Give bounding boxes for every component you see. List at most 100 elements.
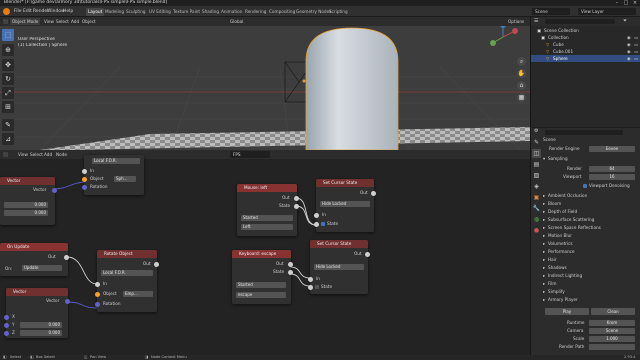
render-panel-hair[interactable]: ▸ Hair [543,256,640,264]
transform-tool-icon[interactable]: ⊞ [2,101,14,113]
annotate-tool-icon[interactable]: ✎ [2,119,14,131]
render-panel-motion-blur[interactable]: ▸ Motion Blur [543,232,640,240]
blender-logo-icon[interactable] [3,8,10,15]
out-socket[interactable] [154,262,159,267]
keyboard-escape-node[interactable]: Keyboard: escape Out State Started escap… [232,250,293,304]
outliner-row-cube-001[interactable]: ▽ Cube.001 ◉ ▭ [531,48,640,55]
scale-tool-icon[interactable]: ⤢ [2,87,14,99]
pan-view-icon[interactable]: ✋ [517,69,526,78]
out-socket[interactable] [64,255,69,260]
zoom-view-icon[interactable]: ⌕ [517,57,526,66]
render-panel-simplify[interactable]: ▸ Simplify [543,288,640,296]
transform-node-partial[interactable]: Local F.O.R. In Object Sph... Rotation [82,155,144,195]
denoise-checkbox[interactable] [583,184,587,188]
render-camera-icon[interactable]: ▭ [634,34,638,41]
outliner-editor-icon[interactable]: ☰ [534,18,538,24]
space-dropdown[interactable]: Local F.O.R. [92,158,140,164]
outliner-row-sphere[interactable]: ▽ Sphere ◉ ▭ [531,55,640,62]
cursor-tool-icon[interactable]: ⊕ [2,44,14,56]
out-socket[interactable] [365,252,370,257]
viewport-denoising-row[interactable]: Viewport Denoising [543,182,640,190]
filter-icon[interactable]: ⏷ [623,18,627,24]
render-engine-dropdown[interactable]: Eevee [589,146,635,152]
render-camera-icon[interactable]: ▭ [634,55,638,62]
x-value-field[interactable]: 0.000 [4,202,48,208]
in-socket[interactable] [95,282,100,287]
workspace-tab-compositing[interactable]: Compositing [267,8,297,16]
outliner-row-scene-collection[interactable]: ▣ Scene Collection [531,27,640,34]
key-dropdown[interactable]: escape [236,292,286,298]
ortho-toggle-icon[interactable]: ▦ [517,93,526,102]
object-socket[interactable] [82,177,87,182]
render-panel-shadows[interactable]: ▸ Shadows [543,264,640,272]
rotate-tool-icon[interactable]: ↻ [2,73,14,85]
render-panel-volumetrics[interactable]: ▸ Volumetrics [543,240,640,248]
mouse-button-dropdown[interactable]: Left [241,224,293,230]
in-socket[interactable] [314,213,319,218]
state-socket[interactable] [308,285,313,290]
set-cursor-node-header[interactable]: Set Cursor State [310,240,368,248]
menu-help[interactable]: Help [63,6,73,17]
set-cursor-state-node-1[interactable]: Set Cursor State Out Hide Locked In Stat… [314,179,376,232]
y-socket[interactable] [4,323,9,328]
viewport-menu-select[interactable]: Select [56,17,69,26]
on-update-node-header[interactable]: On Update [0,243,68,251]
set-cursor-node-header[interactable]: Set Cursor State [316,179,374,187]
properties-search-field[interactable] [545,129,623,135]
render-path-dropdown[interactable] [589,344,635,350]
editor-type-icon[interactable]: ⬛ [3,17,8,26]
in-socket[interactable] [82,169,87,174]
logic-node-editor[interactable]: ⬛ View Select Add Node FPS Local F.O.R. … [0,150,530,356]
key-event-dropdown[interactable]: Started [236,282,286,288]
workspace-tab-rendering[interactable]: Rendering [243,8,268,16]
render-tab-icon[interactable]: ◫ [532,149,541,158]
object-picker[interactable]: Emp... [123,291,153,297]
set-cursor-state-node-2[interactable]: Set Cursor State Out Hide Locked In Stat… [308,240,370,294]
play-button[interactable]: Play [545,308,589,315]
camera-dropdown[interactable]: Scene [589,328,635,334]
transform-orientation-selector[interactable]: Global [230,17,243,26]
outliner-row-cube[interactable]: ▽ Cube ◉ ▭ [531,41,640,48]
outliner-search-field[interactable] [545,19,615,24]
z-value-field[interactable]: 0.000 [20,330,62,336]
tool-tab-icon[interactable]: ✎ [532,138,541,147]
object-tab-icon[interactable]: ▣ [532,193,541,202]
modifier-tab-icon[interactable]: 🔧 [532,204,541,213]
state-socket[interactable] [294,204,299,209]
state-checkbox[interactable] [315,285,319,289]
scale-field[interactable]: 1.000 [589,336,635,342]
z-value-field[interactable]: 0.000 [4,210,48,216]
move-tool-icon[interactable]: ✥ [2,59,14,71]
cursor-mode-dropdown[interactable]: Hide Locked [314,264,364,270]
workspace-tab-layout[interactable]: Layout [86,8,105,16]
out-socket[interactable] [294,196,299,201]
object-picker[interactable]: Sph... [114,176,136,182]
workspace-tab-scripting[interactable]: Scripting [327,8,350,16]
x-socket[interactable] [4,315,9,320]
object-socket[interactable] [95,292,100,297]
out-socket[interactable] [371,191,376,196]
workspace-tab-uv-editing[interactable]: UV Editing [147,8,173,16]
visibility-eye-icon[interactable]: ◉ [627,55,631,62]
workspace-tab-texture-paint[interactable]: Texture Paint [171,8,202,16]
workspace-tab-modeling[interactable]: Modeling [103,8,126,16]
vector-node-bottom[interactable]: Vector Vector X Y 0.000 Z 0.000 [4,288,70,338]
mouse-event-dropdown[interactable]: Started [241,215,293,221]
state-socket[interactable] [314,222,319,227]
event-type-dropdown[interactable]: Update [22,265,62,271]
workspace-tab-shading[interactable]: Shading [200,8,221,16]
vector-node-top[interactable]: Vector Vector X 0.000 Z 0.000 [0,177,57,225]
cursor-mode-dropdown[interactable]: Hide Locked [320,201,370,207]
render-panel-performance[interactable]: ▸ Performance [543,248,640,256]
sampling-panel-header[interactable]: ▾ Sampling [543,155,640,163]
vector-out-socket[interactable] [65,299,70,304]
viewport-menu-view[interactable]: View [44,17,54,26]
render-panel-armory-player[interactable]: ▸ Armory Player [543,296,640,304]
out-socket[interactable] [288,262,293,267]
z-socket[interactable] [4,331,9,336]
keyboard-node-header[interactable]: Keyboard: escape [232,250,291,258]
rotation-socket[interactable] [95,302,100,307]
render-camera-icon[interactable]: ▭ [634,48,638,55]
state-socket[interactable] [288,270,293,275]
viewport-options-button[interactable]: Options [508,17,524,26]
